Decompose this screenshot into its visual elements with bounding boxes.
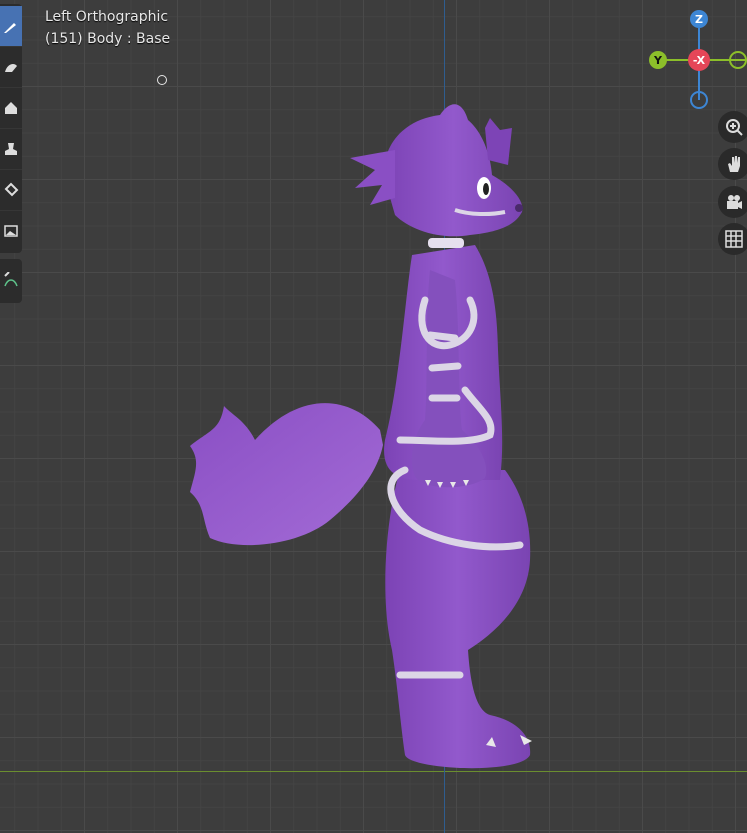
neg-x-axis-button[interactable]: -X [688, 49, 710, 71]
annotate-icon [4, 272, 18, 287]
annotate-tool-group [0, 259, 22, 303]
navigation-gizmo[interactable]: Z Y -X [640, 5, 747, 115]
head-fur [350, 150, 395, 205]
z-axis-button[interactable]: Z [690, 10, 708, 28]
pan-hand-icon [728, 156, 740, 172]
smooth-tool[interactable] [0, 46, 22, 87]
zoom-button[interactable] [718, 111, 747, 143]
3d-cursor-icon[interactable] [157, 75, 167, 85]
3d-viewport[interactable]: Left Orthographic (151) Body : Base Z Y … [0, 0, 747, 833]
stamp-icon [5, 143, 17, 155]
zoom-icon [726, 119, 743, 136]
fill-tool[interactable] [0, 169, 22, 210]
paint-bucket-icon [4, 182, 19, 197]
character-model[interactable] [0, 0, 747, 833]
head [384, 104, 523, 237]
object-info-label: (151) Body : Base [45, 31, 171, 47]
camera-icon [727, 195, 742, 209]
annotate-tool[interactable] [0, 261, 22, 301]
image-icon [4, 225, 18, 237]
smooth-brush-icon [5, 64, 17, 72]
sculpt-tool-group [0, 4, 22, 253]
view-name-label: Left Orthographic [45, 9, 169, 25]
ortho-toggle-button[interactable] [718, 223, 747, 255]
pan-button[interactable] [718, 148, 747, 180]
neg-y-axis-button[interactable] [729, 51, 747, 69]
y-axis-button[interactable]: Y [649, 51, 667, 69]
neg-z-axis-button[interactable] [690, 91, 708, 109]
nose [515, 204, 523, 212]
image-tool[interactable] [0, 210, 22, 251]
pupil [483, 183, 489, 195]
camera-button[interactable] [718, 186, 747, 218]
tail [190, 403, 383, 546]
stamp-tool[interactable] [0, 128, 22, 169]
tool-shelf [0, 4, 22, 309]
brush-icon [4, 23, 16, 33]
collar-marking [428, 238, 464, 248]
lower-body [385, 470, 531, 769]
mask-tool[interactable] [0, 87, 22, 128]
grid-icon [725, 230, 743, 248]
draw-tool[interactable] [0, 6, 22, 46]
ear [485, 118, 512, 165]
house-mask-icon [5, 102, 17, 114]
